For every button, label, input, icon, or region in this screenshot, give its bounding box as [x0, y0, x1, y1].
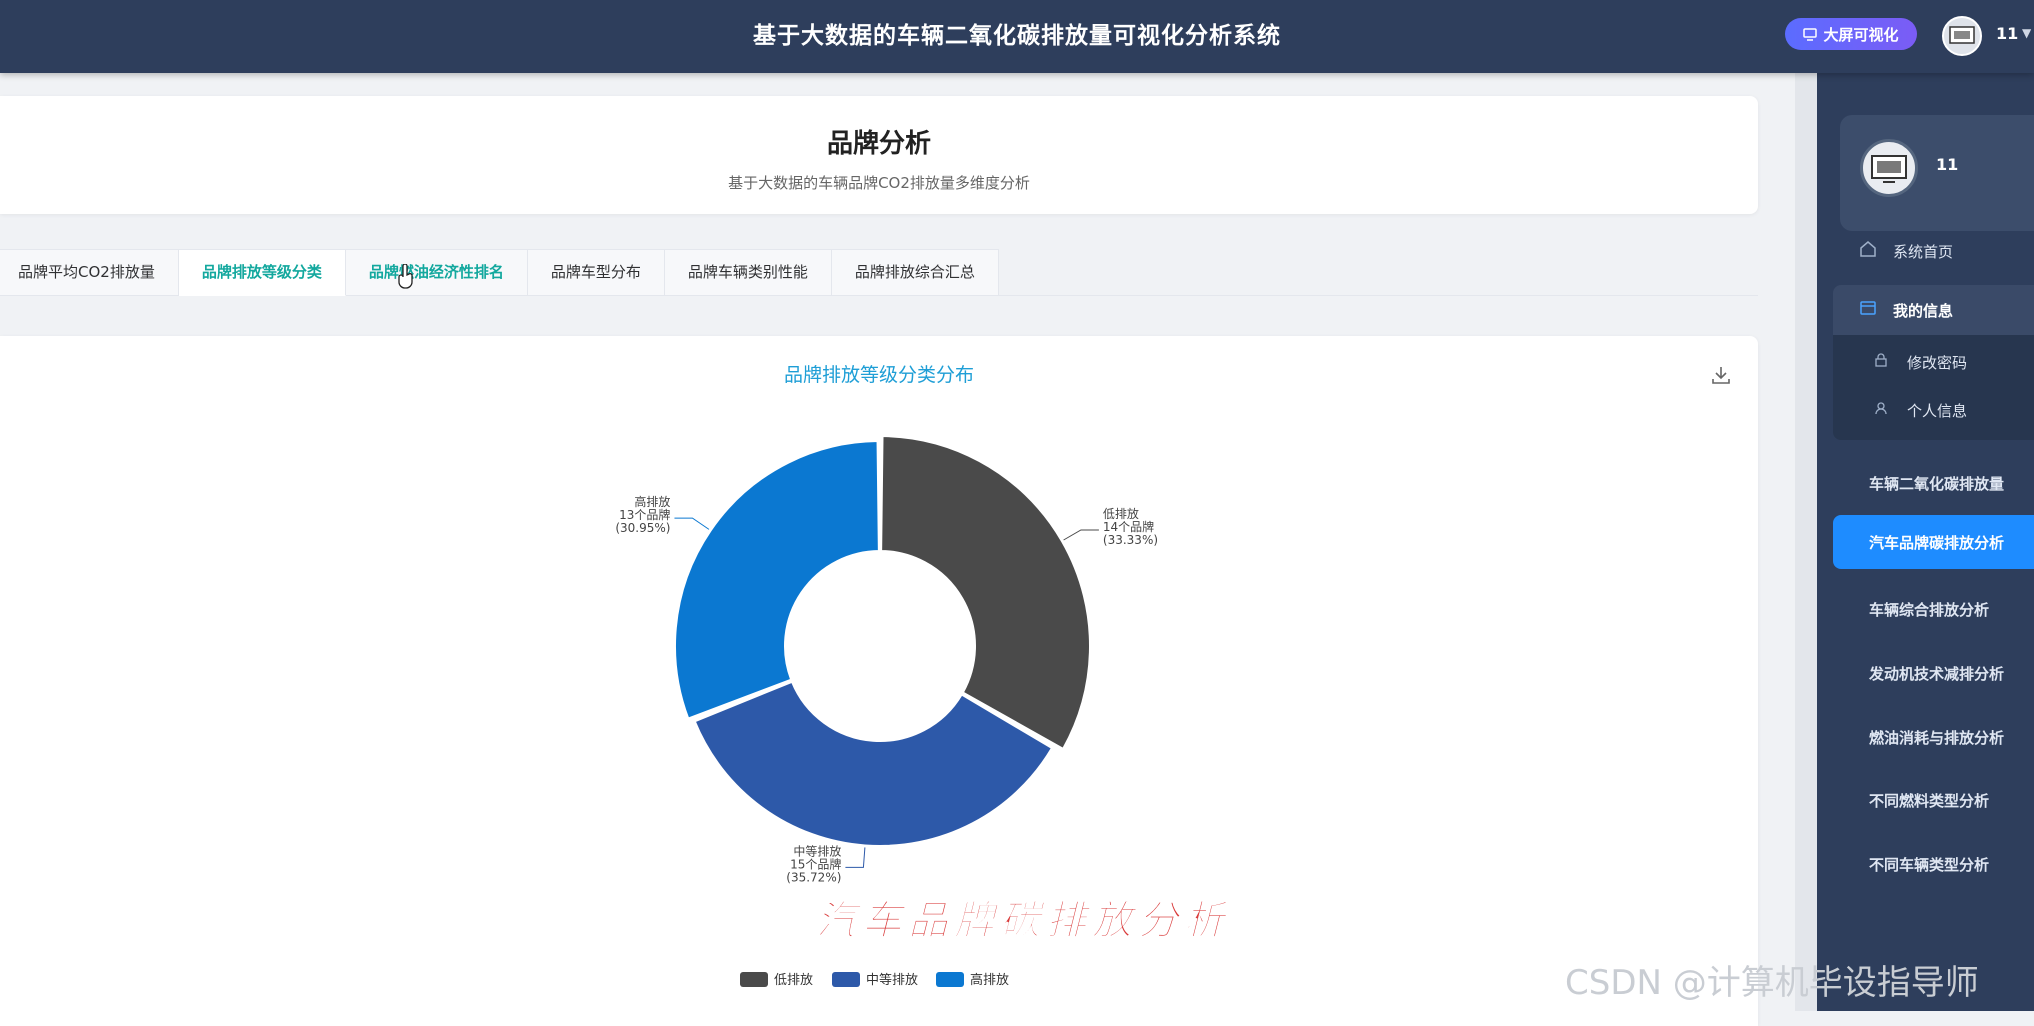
- watermark-caption: 汽车品牌碳排放分析: [816, 897, 1230, 945]
- sidebar-item-fuel-type[interactable]: 不同燃料类型分析: [1817, 776, 2034, 824]
- avatar-image: [1871, 155, 1907, 183]
- sidebar-item-label: 系统首页: [1893, 242, 1954, 261]
- tab-brand-emission-level[interactable]: 品牌排放等级分类: [178, 249, 346, 296]
- card-icon: [1857, 299, 1879, 321]
- tab-brand-fuel-economy[interactable]: 品牌燃油经济性排名: [345, 249, 528, 296]
- slice-label-1-0: 中等排放: [793, 843, 841, 858]
- page-subtitle: 基于大数据的车辆品牌CO2排放量多维度分析: [728, 174, 1030, 192]
- sidebar-item-label: 车辆综合排放分析: [1869, 600, 1990, 619]
- app-title: 基于大数据的车辆二氧化碳排放量可视化分析系统: [753, 23, 1281, 49]
- sidebar-item-engine[interactable]: 发动机技术减排分析: [1817, 649, 2034, 697]
- user-icon: [1871, 401, 1891, 419]
- sidebar-item-co2-emission[interactable]: 车辆二氧化碳排放量: [1817, 459, 2034, 507]
- page-header-card: 品牌分析 基于大数据的车辆品牌CO2排放量多维度分析: [0, 96, 1758, 214]
- home-icon: [1857, 240, 1879, 262]
- legend-label-2[interactable]: 高排放: [970, 972, 1009, 988]
- sidebar-subitem-change-password[interactable]: 修改密码: [1833, 339, 2034, 385]
- tab-brand-summary[interactable]: 品牌排放综合汇总: [831, 249, 999, 296]
- sidebar-item-fuel-consumption[interactable]: 燃油消耗与排放分析: [1817, 713, 2034, 761]
- sidebar-item-label: 不同燃料类型分析: [1869, 791, 1990, 810]
- label-leader-2: [674, 517, 710, 530]
- tab-brand-category-performance[interactable]: 品牌车辆类别性能: [664, 249, 832, 296]
- legend-label-0[interactable]: 低排放: [774, 973, 813, 988]
- slice-label-1-1: 15个品牌: [790, 857, 841, 871]
- tab-bar: 品牌平均CO2排放量 品牌排放等级分类 品牌燃油经济性排名 品牌车型分布 品牌车…: [0, 249, 999, 296]
- avatar[interactable]: [1942, 16, 1982, 56]
- legend-label-1[interactable]: 中等排放: [866, 972, 918, 988]
- screen-icon: [1803, 28, 1818, 41]
- sidebar-item-vehicle-type[interactable]: 不同车辆类型分析: [1817, 840, 2034, 888]
- submenu: 修改密码 个人信息: [1833, 335, 2034, 440]
- sidebar-item-brand-analysis[interactable]: 汽车品牌碳排放分析: [1833, 515, 2034, 569]
- sidebar-item-label: 汽车品牌碳排放分析: [1869, 533, 2005, 552]
- bigscreen-button[interactable]: 大屏可视化: [1785, 18, 1917, 50]
- sidebar-item-label: 燃油消耗与排放分析: [1869, 728, 2005, 747]
- pie-slice-0[interactable]: [880, 435, 1091, 750]
- page-title: 品牌分析: [826, 129, 931, 159]
- sidebar-user-name: 11: [1936, 155, 1959, 174]
- tab-brand-avg-co2[interactable]: 品牌平均CO2排放量: [0, 249, 179, 296]
- sidebar: 11 系统首页 我的信息 修改密码 个人信息 车辆二氧化碳排放量 汽车品牌碳排放…: [1817, 73, 2034, 1011]
- legend-swatch-2[interactable]: [936, 972, 964, 987]
- csdn-watermark: CSDN @计算机毕设指导师: [1565, 963, 1979, 1003]
- sidebar-item-label: 发动机技术减排分析: [1869, 664, 2005, 683]
- slice-label-0-0: 低排放: [1103, 506, 1139, 521]
- sidebar-item-label: 车辆二氧化碳排放量: [1869, 474, 2005, 493]
- sidebar-user-card: 11: [1840, 115, 2034, 231]
- slice-label-2-1: 13个品牌: [619, 508, 670, 522]
- avatar-image: [1949, 26, 1975, 44]
- top-bar: 基于大数据的车辆二氧化碳排放量可视化分析系统 大屏可视化 11 ▼: [0, 0, 2034, 73]
- lock-icon: [1871, 353, 1891, 371]
- hand-cursor-icon: [398, 264, 413, 289]
- slice-label-2-2: (30.95%): [615, 521, 670, 535]
- legend-swatch-1[interactable]: [832, 972, 860, 987]
- sidebar-subitem-label: 个人信息: [1907, 401, 1968, 420]
- sidebar-gutter: [1795, 73, 1817, 1011]
- slice-label-2-0: 高排放: [634, 494, 670, 509]
- sidebar-subitem-label: 修改密码: [1907, 353, 1968, 372]
- tab-brand-model-distribution[interactable]: 品牌车型分布: [527, 249, 665, 296]
- slice-label-0-1: 14个品牌: [1103, 520, 1154, 534]
- slice-label-0-2: (33.33%): [1103, 533, 1158, 547]
- sidebar-subitem-personal-info[interactable]: 个人信息: [1833, 387, 2034, 433]
- top-user-name[interactable]: 11: [1996, 24, 2018, 43]
- label-leader-0: [1063, 529, 1099, 541]
- label-leader-1: [845, 847, 866, 868]
- sidebar-item-comprehensive[interactable]: 车辆综合排放分析: [1817, 585, 2034, 633]
- slice-label-1-2: (35.72%): [786, 870, 841, 884]
- avatar[interactable]: [1860, 139, 1918, 197]
- sidebar-item-home[interactable]: 系统首页: [1817, 227, 2034, 275]
- chevron-down-icon[interactable]: ▼: [2022, 26, 2031, 40]
- bigscreen-label: 大屏可视化: [1823, 25, 1899, 44]
- sidebar-item-label: 不同车辆类型分析: [1869, 855, 1990, 874]
- pie-slice-2[interactable]: [674, 440, 880, 720]
- sidebar-item-my-info[interactable]: 我的信息: [1817, 286, 2034, 334]
- sidebar-item-label: 我的信息: [1893, 301, 1954, 320]
- legend-swatch-0[interactable]: [740, 972, 768, 987]
